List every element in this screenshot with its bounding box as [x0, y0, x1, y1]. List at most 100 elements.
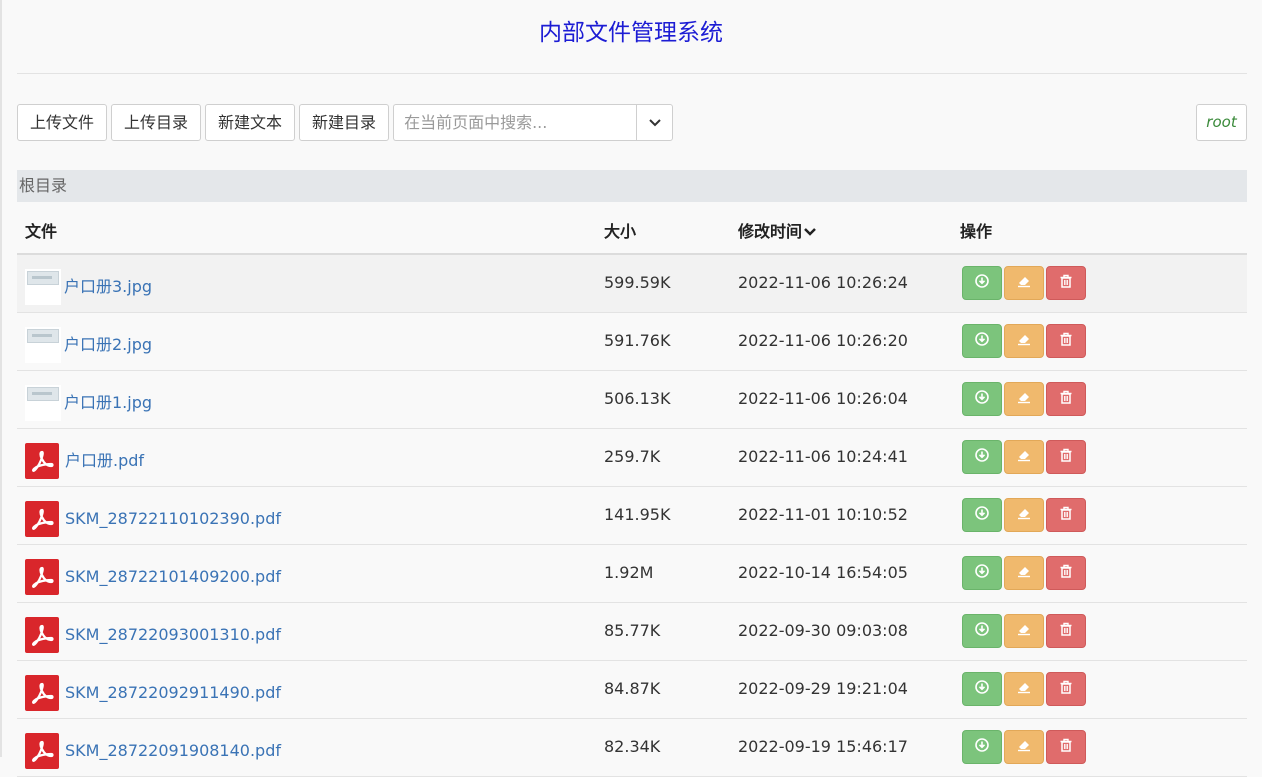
- download-icon: [975, 561, 989, 585]
- file-link[interactable]: SKM_28722092911490.pdf: [65, 681, 281, 705]
- table-row: 户口册1.jpg 506.13K 2022-11-06 10:26:04: [17, 371, 1247, 429]
- table-row: SKM_28722093001310.pdf 85.77K 2022-09-30 0…: [17, 603, 1247, 661]
- download-icon: [975, 329, 989, 353]
- breadcrumb: 根目录: [17, 170, 1247, 202]
- table-row: 户口册2.jpg 591.76K 2022-11-06 10:26:20: [17, 313, 1247, 371]
- user-button[interactable]: root: [1196, 104, 1247, 141]
- rename-button[interactable]: [1004, 730, 1044, 764]
- file-name-cell: 户口册2.jpg: [25, 327, 152, 363]
- file-size: 85.77K: [604, 621, 661, 640]
- upload-directory-button[interactable]: 上传目录: [111, 104, 202, 141]
- search-dropdown-button[interactable]: [636, 104, 674, 141]
- new-directory-button[interactable]: 新建目录: [299, 104, 390, 141]
- file-mtime: 2022-11-01 10:10:52: [738, 505, 908, 524]
- search-input[interactable]: [393, 104, 637, 141]
- delete-button[interactable]: [1046, 382, 1086, 416]
- delete-button[interactable]: [1046, 266, 1086, 300]
- upload-file-button[interactable]: 上传文件: [17, 104, 108, 141]
- file-size: 259.7K: [604, 447, 661, 466]
- rename-button[interactable]: [1004, 382, 1044, 416]
- eraser-icon: [1016, 619, 1032, 643]
- trash-icon: [1059, 387, 1073, 411]
- eraser-icon: [1016, 329, 1032, 353]
- download-button[interactable]: [962, 498, 1002, 532]
- delete-button[interactable]: [1046, 672, 1086, 706]
- file-name-cell: 户口册1.jpg: [25, 385, 152, 421]
- file-actions: [962, 556, 1088, 590]
- eraser-icon: [1016, 677, 1032, 701]
- pdf-file-icon: [25, 675, 59, 711]
- download-button[interactable]: [962, 324, 1002, 358]
- file-link[interactable]: 户口册1.jpg: [64, 391, 152, 415]
- file-size: 1.92M: [604, 563, 654, 582]
- new-text-button[interactable]: 新建文本: [205, 104, 296, 141]
- file-name-cell: 户口册.pdf: [25, 443, 144, 479]
- file-actions: [962, 498, 1088, 532]
- trash-icon: [1059, 561, 1073, 585]
- delete-button[interactable]: [1046, 614, 1086, 648]
- toolbar: 上传文件 上传目录 新建文本 新建目录: [17, 104, 674, 141]
- header-mtime[interactable]: 修改时间: [738, 220, 816, 244]
- file-mtime: 2022-11-06 10:26:04: [738, 389, 908, 408]
- file-mtime: 2022-11-06 10:26:20: [738, 331, 908, 350]
- table-row: SKM_28722092911490.pdf 84.87K 2022-09-29 1…: [17, 661, 1247, 719]
- delete-button[interactable]: [1046, 730, 1086, 764]
- file-link[interactable]: 户口册2.jpg: [64, 333, 152, 357]
- pdf-file-icon: [25, 617, 59, 653]
- file-actions: [962, 672, 1088, 706]
- rename-button[interactable]: [1004, 672, 1044, 706]
- rename-button[interactable]: [1004, 614, 1044, 648]
- download-button[interactable]: [962, 672, 1002, 706]
- download-button[interactable]: [962, 266, 1002, 300]
- file-link[interactable]: SKM_28722091908140.pdf: [65, 739, 281, 763]
- header-size[interactable]: 大小: [604, 220, 636, 244]
- image-thumbnail-icon[interactable]: [25, 269, 61, 305]
- image-thumbnail-icon[interactable]: [25, 385, 61, 421]
- rename-button[interactable]: [1004, 556, 1044, 590]
- delete-button[interactable]: [1046, 324, 1086, 358]
- rename-button[interactable]: [1004, 498, 1044, 532]
- file-mtime: 2022-09-19 15:46:17: [738, 737, 908, 756]
- file-link[interactable]: 户口册.pdf: [65, 449, 144, 473]
- file-name-cell: SKM_28722110102390.pdf: [25, 501, 281, 537]
- delete-button[interactable]: [1046, 440, 1086, 474]
- rename-button[interactable]: [1004, 440, 1044, 474]
- download-button[interactable]: [962, 382, 1002, 416]
- file-link[interactable]: SKM_28722093001310.pdf: [65, 623, 281, 647]
- eraser-icon: [1016, 387, 1032, 411]
- download-button[interactable]: [962, 614, 1002, 648]
- file-link[interactable]: 户口册3.jpg: [64, 275, 152, 299]
- delete-button[interactable]: [1046, 556, 1086, 590]
- file-link[interactable]: SKM_28722110102390.pdf: [65, 507, 281, 531]
- trash-icon: [1059, 271, 1073, 295]
- page-title: 内部文件管理系统: [539, 20, 723, 46]
- image-thumbnail-icon[interactable]: [25, 327, 61, 363]
- file-name-cell: SKM_28722091908140.pdf: [25, 733, 281, 769]
- delete-button[interactable]: [1046, 498, 1086, 532]
- page-edge: [0, 0, 2, 757]
- download-icon: [975, 503, 989, 527]
- file-link[interactable]: SKM_28722101409200.pdf: [65, 565, 281, 589]
- download-button[interactable]: [962, 440, 1002, 474]
- table-row: 户口册.pdf 259.7K 2022-11-06 10:24:41: [17, 429, 1247, 487]
- pdf-file-icon: [25, 443, 59, 479]
- pdf-file-icon: [25, 733, 59, 769]
- file-actions: [962, 266, 1088, 300]
- download-icon: [975, 677, 989, 701]
- eraser-icon: [1016, 503, 1032, 527]
- header-name[interactable]: 文件: [25, 220, 57, 244]
- eraser-icon: [1016, 561, 1032, 585]
- rename-button[interactable]: [1004, 266, 1044, 300]
- eraser-icon: [1016, 735, 1032, 759]
- file-mtime: 2022-09-30 09:03:08: [738, 621, 908, 640]
- table-header: 文件 大小 修改时间 操作: [17, 210, 1247, 255]
- rename-button[interactable]: [1004, 324, 1044, 358]
- file-size: 599.59K: [604, 273, 671, 292]
- download-button[interactable]: [962, 730, 1002, 764]
- download-button[interactable]: [962, 556, 1002, 590]
- trash-icon: [1059, 445, 1073, 469]
- breadcrumb-root[interactable]: 根目录: [19, 176, 67, 195]
- chevron-down-icon: [804, 220, 816, 244]
- eraser-icon: [1016, 271, 1032, 295]
- file-size: 82.34K: [604, 737, 661, 756]
